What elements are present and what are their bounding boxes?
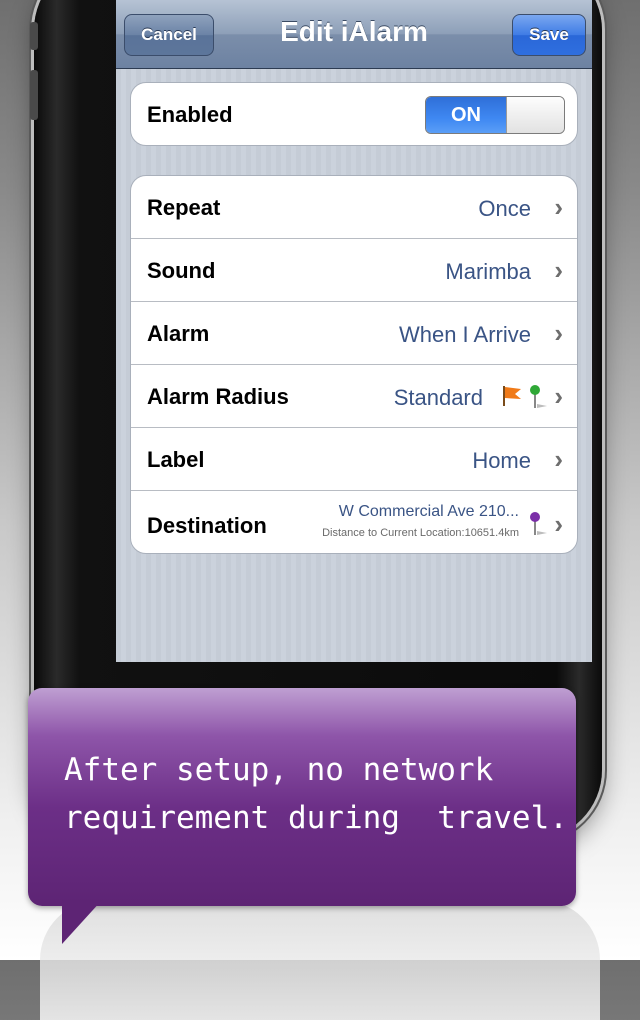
callout-bubble: After setup, no network requirement duri…	[28, 688, 576, 906]
row-label: Alarm Radius	[147, 384, 289, 409]
destination-address: W Commercial Ave 210...	[338, 503, 519, 520]
settings-row-repeat[interactable]: Repeat Once ›	[131, 176, 577, 239]
row-value: Home	[472, 448, 531, 473]
enabled-label: Enabled	[147, 102, 233, 127]
toggle-knob	[506, 97, 564, 133]
enabled-row: Enabled ON	[131, 83, 577, 145]
mute-switch	[30, 22, 38, 50]
row-label: Sound	[147, 258, 216, 283]
settings-row-alarm-radius[interactable]: Alarm Radius Standard ›	[131, 365, 577, 428]
app-screen: Cancel Edit iAlarm Save Enabled ON Repea…	[116, 0, 592, 662]
row-value: When I Arrive	[398, 322, 531, 347]
settings-row-alarm[interactable]: Alarm When I Arrive ›	[131, 302, 577, 365]
row-value: Once	[478, 196, 531, 221]
chevron-right-icon: ›	[554, 444, 563, 474]
row-label: Repeat	[147, 195, 221, 220]
chevron-right-icon: ›	[554, 509, 563, 539]
row-label: Destination	[147, 513, 267, 538]
callout-text: After setup, no network requirement duri…	[64, 746, 568, 842]
chevron-right-icon: ›	[554, 255, 563, 285]
settings-row-label[interactable]: Label Home ›	[131, 428, 577, 491]
callout-line-2: requirement during travel.	[64, 800, 568, 836]
chevron-right-icon: ›	[554, 192, 563, 222]
settings-row-sound[interactable]: Sound Marimba ›	[131, 239, 577, 302]
map-pin-icon	[530, 385, 547, 408]
row-label: Label	[147, 447, 205, 472]
phone-reflection	[40, 900, 600, 1020]
settings-row-destination[interactable]: Destination W Commercial Ave 210... Dist…	[131, 491, 577, 553]
save-button[interactable]: Save	[512, 14, 586, 56]
volume-up-button	[30, 70, 38, 120]
callout-line-1: After setup, no network	[64, 752, 494, 788]
map-pin-icon	[530, 512, 547, 535]
chevron-right-icon: ›	[554, 318, 563, 348]
row-label: Alarm	[147, 321, 210, 346]
row-value: Marimba	[445, 259, 531, 284]
destination-distance: Distance to Current Location:10651.4km	[322, 527, 519, 539]
flag-icon	[503, 386, 521, 406]
settings-group: Repeat Once › Sound Marimba › Alarm When…	[130, 175, 578, 554]
chevron-right-icon: ›	[554, 381, 563, 411]
navigation-bar: Cancel Edit iAlarm Save	[116, 0, 592, 69]
callout-tail	[62, 900, 102, 944]
enabled-toggle[interactable]: ON	[425, 96, 565, 134]
enabled-group: Enabled ON	[130, 82, 578, 146]
toggle-on-label: ON	[426, 97, 506, 133]
row-value: Standard	[393, 385, 483, 410]
